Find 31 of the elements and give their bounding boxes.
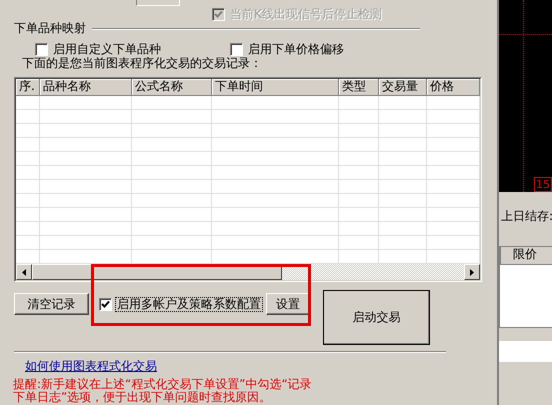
horizontal-scrollbar[interactable] bbox=[16, 264, 480, 280]
scroll-left-button[interactable] bbox=[16, 264, 32, 280]
checkbox-label: 启用下单价格偏移 bbox=[247, 43, 345, 56]
scroll-right-button[interactable] bbox=[464, 264, 480, 280]
checkbox[interactable] bbox=[99, 298, 112, 311]
column-header[interactable]: 序. bbox=[16, 79, 40, 96]
group-title: 下单品种映射 bbox=[14, 22, 86, 35]
price-label: 15 bbox=[534, 177, 552, 192]
tab-strip bbox=[499, 341, 552, 362]
column-header[interactable]: 公式名称 bbox=[132, 79, 212, 96]
start-trading-button[interactable]: 启动交易 bbox=[323, 290, 430, 345]
right-arrow-icon bbox=[470, 268, 474, 276]
column-header[interactable]: 类型 bbox=[339, 79, 379, 96]
check-icon bbox=[101, 300, 110, 309]
column-header[interactable]: 交易量 bbox=[379, 79, 427, 96]
column-header[interactable]: 价格 bbox=[427, 79, 480, 96]
help-link[interactable]: 如何使用图表程式化交易 bbox=[25, 359, 157, 373]
checkbox-label: 启用多帐户及策略系数配置 bbox=[116, 298, 262, 311]
left-arrow-icon bbox=[22, 268, 26, 276]
column-header[interactable]: 下单时间 bbox=[212, 79, 339, 96]
balance-label: 上日结存: bbox=[500, 210, 552, 223]
column-header[interactable]: 品种名称 bbox=[40, 79, 132, 96]
settings-button[interactable]: 设置 bbox=[266, 293, 310, 315]
reminder-text: 提醒:新手建议在上述“程式化交易下单设置”中勾选“记录 bbox=[13, 378, 313, 391]
clear-records-button[interactable]: 清空记录 bbox=[14, 293, 89, 315]
checkbox-label: 启用自定义下单品种 bbox=[52, 43, 162, 56]
records-caption: 下面的是您当前图表程序化交易的交易记录： bbox=[22, 57, 263, 70]
checkbox[interactable] bbox=[230, 43, 243, 56]
checkbox[interactable] bbox=[35, 43, 48, 56]
check-icon bbox=[214, 10, 223, 19]
reminder-text: 下单日志”选项，便于出现下单问题时查找原因。 bbox=[13, 391, 272, 404]
